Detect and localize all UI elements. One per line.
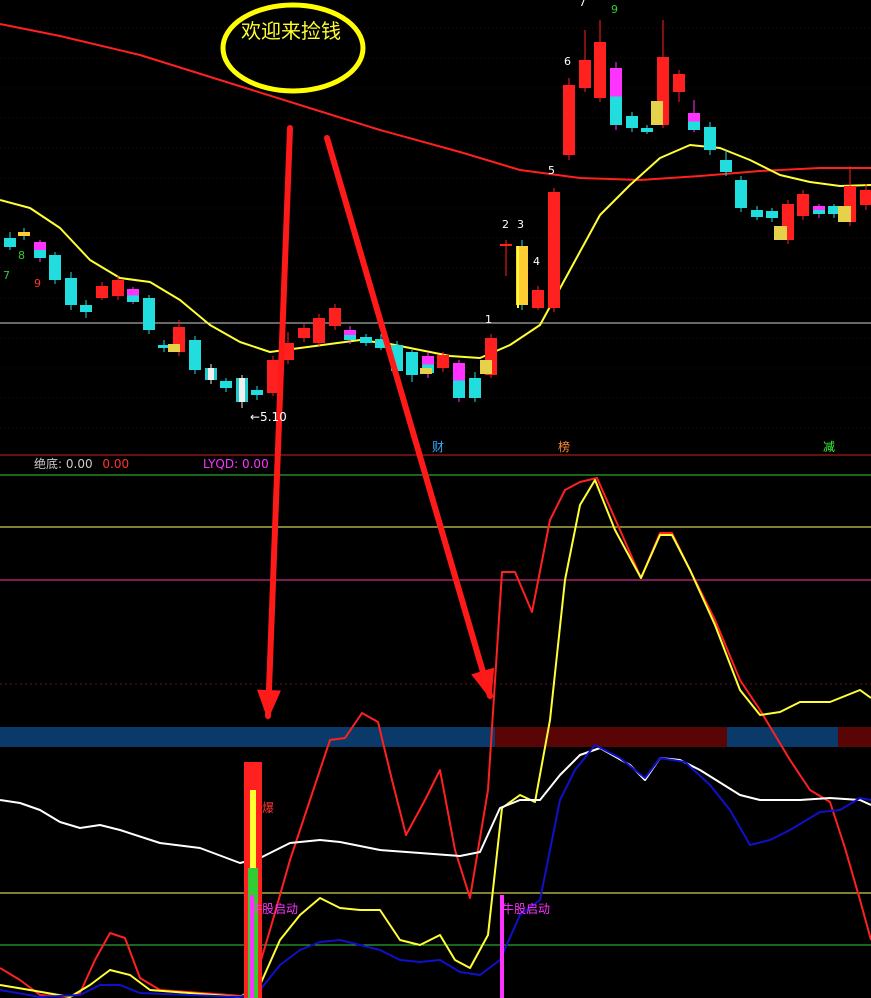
candle-highlight — [774, 226, 787, 240]
candle-body — [688, 113, 700, 122]
candle-body — [704, 127, 716, 150]
candle-body — [49, 255, 61, 280]
stock-chart-canvas[interactable] — [0, 0, 871, 998]
candle-body — [406, 352, 418, 375]
annotation-arrow-left-head — [256, 689, 281, 720]
candle-body — [735, 180, 747, 208]
signal-start-2: 牛股启动 — [502, 902, 551, 916]
candle-highlight — [480, 360, 492, 374]
signal-burst: 爆 — [262, 801, 275, 815]
candle-body — [239, 378, 245, 402]
ma-short-line — [0, 144, 871, 359]
candle-body — [579, 60, 591, 88]
candle-body — [208, 368, 214, 380]
indicator-label-lyqd: LYQD: — [203, 457, 239, 471]
candle-body — [610, 96, 622, 125]
candle-body — [251, 390, 263, 395]
candle-body — [298, 328, 310, 338]
candle-body — [127, 289, 139, 296]
candle-body — [563, 85, 575, 155]
status-band-blue — [727, 727, 838, 747]
candle-body — [344, 330, 356, 335]
banner-ellipse — [220, 2, 366, 94]
event-tag-finance[interactable]: 财 — [431, 441, 445, 453]
indicator-blue-line — [0, 744, 871, 998]
event-tag-reduce[interactable]: 减 — [822, 441, 836, 453]
indicator-value-lyqd: 0.00 — [241, 457, 269, 471]
candle-body — [189, 340, 201, 370]
candle-body — [453, 380, 465, 398]
status-band-blue — [0, 727, 495, 747]
candle-body — [80, 305, 92, 312]
indicator-header: 绝底: 0.00 0.00 — [34, 458, 129, 470]
event-tag-ranking[interactable]: 榜 — [557, 441, 571, 453]
indicator-white-line — [0, 747, 871, 864]
signal-start-1: 牛股启动 — [250, 902, 299, 916]
candle-body — [313, 318, 325, 343]
candle-body — [360, 337, 372, 343]
candle-body — [4, 238, 16, 247]
wave-label: 3 — [517, 218, 524, 231]
wave-label: 8 — [18, 249, 25, 262]
candle-body — [500, 244, 512, 246]
candle-body — [34, 250, 46, 258]
candle-body — [548, 192, 560, 308]
candle-body — [329, 308, 341, 326]
candle-body — [532, 290, 544, 308]
candle-body — [720, 160, 732, 172]
annotation-arrow-right — [324, 135, 493, 699]
wave-label: 1 — [485, 313, 492, 326]
indicator-label-juedi: 绝底: — [34, 457, 63, 471]
candle-body — [143, 298, 155, 330]
indicator-value-2: 0.00 — [102, 457, 130, 471]
candle-body — [860, 190, 871, 205]
candle-body — [594, 42, 606, 98]
low-price-marker: ←5.10 — [250, 410, 287, 424]
candle-body — [127, 295, 139, 302]
candle-highlight — [168, 344, 180, 352]
wave-label: 6 — [564, 55, 571, 68]
indicator-value-juedi: 0.00 — [65, 457, 93, 471]
candle-highlight — [651, 101, 663, 125]
candle-body — [626, 116, 638, 128]
candle-body — [437, 355, 449, 368]
candle-highlight — [420, 368, 432, 374]
candle-body — [673, 74, 685, 92]
candle-body — [751, 210, 763, 217]
wave-label: 4 — [533, 255, 540, 268]
candle-body — [18, 232, 30, 236]
status-band-red — [838, 727, 871, 747]
candle-body — [65, 278, 77, 305]
candle-body — [267, 360, 279, 393]
candle-body — [112, 280, 124, 296]
candle-body — [813, 210, 825, 214]
candle-body — [688, 121, 700, 130]
candle-body — [96, 286, 108, 298]
banner-text: 欢迎来捡钱 — [241, 19, 341, 43]
candle-body — [797, 194, 809, 216]
wave-label: 9 — [34, 277, 41, 290]
candle-body — [220, 381, 232, 388]
candle-highlight — [838, 206, 851, 222]
wave-label: 5 — [548, 164, 555, 177]
candle-body — [813, 206, 825, 210]
candle-body — [344, 335, 356, 340]
candle-body — [453, 363, 465, 381]
candle-body — [469, 378, 481, 398]
annotation-arrow-right-head — [471, 667, 495, 700]
wave-label: 7 — [579, 0, 586, 9]
candle-body — [422, 356, 434, 365]
wave-label: 2 — [502, 218, 509, 231]
candle-body — [34, 242, 46, 250]
candle-body — [641, 128, 653, 132]
wave-label: 9 — [611, 3, 618, 16]
status-band-red — [495, 727, 727, 747]
candle-body — [610, 68, 622, 97]
wave-label: 7 — [3, 269, 10, 282]
indicator-lyqd: LYQD: 0.00 — [203, 458, 269, 470]
candle-body — [766, 211, 778, 218]
